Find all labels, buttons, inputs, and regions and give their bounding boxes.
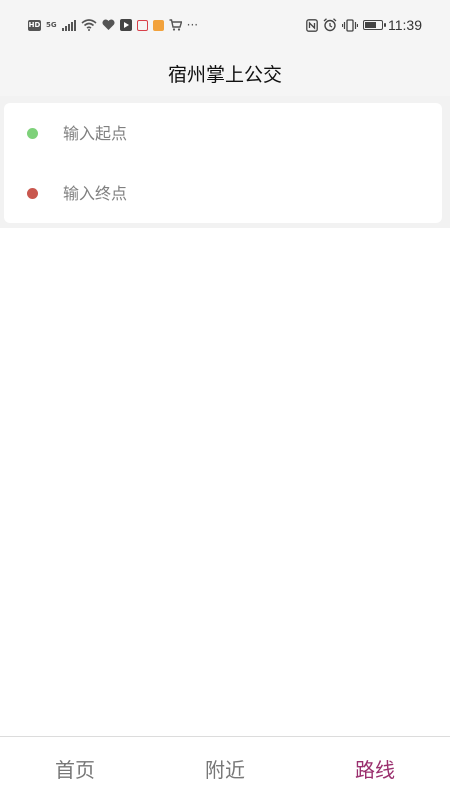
more-notifications-icon: ··· [186, 18, 199, 32]
orange-app-icon [152, 19, 164, 31]
end-point-row[interactable] [4, 163, 442, 223]
route-search-section [0, 96, 450, 228]
status-left: HD 5G ··· [28, 18, 198, 32]
status-bar: HD 5G ··· 11:39 [0, 0, 450, 50]
end-point-dot-icon [27, 187, 38, 199]
red-app-icon [136, 19, 148, 31]
status-right: 11:39 [306, 17, 422, 33]
signal-strength-icon [61, 19, 76, 31]
tab-nearby[interactable]: 附近 [150, 737, 300, 800]
wifi-icon [81, 19, 97, 31]
network-type-indicator: 5G [46, 20, 57, 29]
clock-time: 11:39 [388, 17, 422, 33]
tab-route[interactable]: 路线 [300, 737, 450, 800]
battery-level [365, 22, 376, 28]
vibrate-icon [342, 18, 358, 32]
title-bar: 宿州掌上公交 [0, 50, 450, 96]
tab-home[interactable]: 首页 [0, 737, 150, 800]
content-area [0, 228, 450, 736]
start-point-row[interactable] [4, 103, 442, 163]
cart-icon [169, 19, 182, 31]
page-title: 宿州掌上公交 [167, 63, 282, 86]
play-app-icon [119, 19, 132, 31]
hd-icon: HD [28, 19, 41, 31]
nfc-icon [306, 18, 318, 32]
start-point-dot-icon [27, 127, 38, 139]
battery-icon [363, 20, 386, 30]
heart-icon [102, 19, 115, 31]
bottom-navigation: 首页 附近 路线 [0, 736, 450, 800]
alarm-icon [323, 18, 337, 32]
route-search-card [4, 103, 442, 223]
end-point-input[interactable] [61, 182, 405, 204]
start-point-input[interactable] [61, 122, 405, 144]
network-type-label: 5G [46, 20, 57, 29]
